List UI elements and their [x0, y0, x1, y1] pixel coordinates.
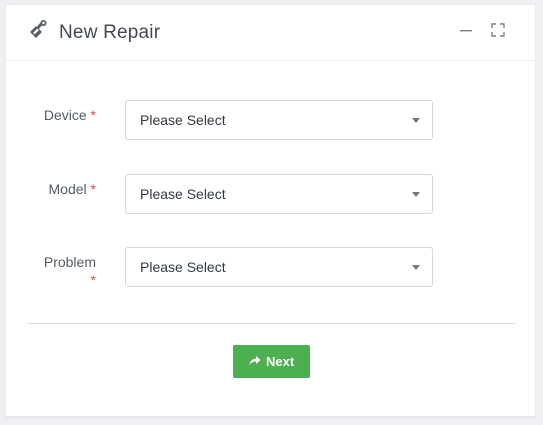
model-select-value: Please Select — [140, 186, 226, 202]
required-mark: * — [90, 272, 96, 288]
required-mark: * — [90, 107, 96, 123]
new-repair-panel: New Repair Device * Please Select Model … — [5, 4, 536, 417]
repair-tools-icon — [30, 20, 47, 38]
caret-down-icon — [412, 265, 420, 270]
panel-header: New Repair — [6, 5, 535, 61]
model-label: Model * — [48, 181, 96, 197]
caret-down-icon — [412, 118, 420, 123]
device-label: Device * — [43, 107, 96, 123]
problem-label: Problem * — [43, 254, 96, 288]
next-button-label: Next — [266, 354, 295, 369]
fullscreen-icon[interactable] — [490, 22, 506, 38]
share-arrow-icon — [249, 356, 261, 366]
page-title: New Repair — [59, 22, 161, 43]
device-select-value: Please Select — [140, 112, 226, 128]
device-select[interactable]: Please Select — [125, 100, 433, 140]
problem-select-value: Please Select — [140, 259, 226, 275]
next-button[interactable]: Next — [233, 345, 310, 378]
minimize-icon[interactable] — [458, 22, 474, 38]
model-select[interactable]: Please Select — [125, 174, 433, 214]
problem-select[interactable]: Please Select — [125, 247, 433, 287]
form-divider — [27, 323, 515, 324]
caret-down-icon — [412, 192, 420, 197]
required-mark: * — [90, 181, 96, 197]
